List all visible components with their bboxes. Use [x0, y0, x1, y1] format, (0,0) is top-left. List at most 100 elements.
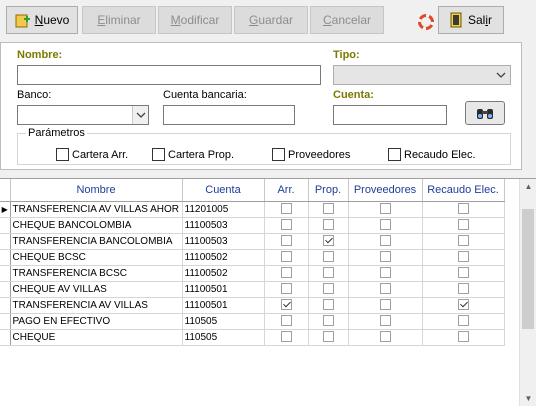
table-row[interactable]: TRANSFERENCIA BCSC 11100502 [0, 265, 505, 282]
cell-prop-checkbox[interactable] [322, 251, 334, 263]
cell-cuenta[interactable]: 11100502 [182, 265, 265, 282]
tipo-select[interactable] [333, 65, 511, 85]
table-row[interactable]: ▶ TRANSFERENCIA AV VILLAS AHOR 11201005 [0, 201, 505, 218]
cell-cuenta[interactable]: 11100501 [182, 297, 265, 314]
cell-nombre[interactable]: TRANSFERENCIA BANCOLOMBIA [10, 233, 183, 250]
col-header-arr[interactable]: Arr. [264, 179, 309, 202]
modificar-button[interactable]: Modificar [158, 6, 232, 34]
col-header-cuenta[interactable]: Cuenta [182, 179, 265, 202]
nombre-input[interactable] [17, 65, 321, 85]
table-row[interactable]: CHEQUE BANCOLOMBIA 11100503 [0, 217, 505, 234]
vertical-scrollbar[interactable]: ▲ ▼ [519, 179, 536, 406]
cell-recaudo-elec-checkbox[interactable] [457, 331, 469, 343]
cell-cuenta[interactable]: 11201005 [182, 201, 265, 218]
eliminar-button[interactable]: Eliminar [82, 6, 156, 34]
cell-recaudo-elec-checkbox[interactable] [457, 267, 469, 279]
row-indicator[interactable] [0, 313, 11, 330]
cancelar-button[interactable]: Cancelar [310, 6, 384, 34]
guardar-button[interactable]: Guardar [234, 6, 308, 34]
cell-recaudo-elec-checkbox[interactable] [457, 299, 469, 311]
cell-nombre[interactable]: PAGO EN EFECTIVO [10, 313, 183, 330]
cell-proveedores-checkbox[interactable] [379, 203, 391, 215]
cell-arr-checkbox[interactable] [280, 235, 292, 247]
row-indicator[interactable] [0, 249, 11, 266]
scroll-up-arrow-icon[interactable]: ▲ [520, 179, 536, 195]
cell-arr-checkbox[interactable] [280, 267, 292, 279]
cell-recaudo-elec-checkbox[interactable] [457, 219, 469, 231]
search-cuenta-button[interactable] [465, 101, 505, 125]
cell-prop-checkbox[interactable] [322, 219, 334, 231]
cell-recaudo-elec-checkbox[interactable] [457, 235, 469, 247]
cell-cuenta[interactable]: 110505 [182, 329, 265, 346]
cell-cuenta[interactable]: 11100503 [182, 217, 265, 234]
cell-nombre[interactable]: CHEQUE [10, 329, 183, 346]
cell-nombre[interactable]: TRANSFERENCIA BCSC [10, 265, 183, 282]
cell-recaudo-elec-checkbox[interactable] [457, 203, 469, 215]
cartera-prop-checkbox[interactable]: Cartera Prop. [152, 148, 234, 161]
cell-recaudo-elec-checkbox[interactable] [457, 315, 469, 327]
row-indicator[interactable] [0, 329, 11, 346]
cell-prop-checkbox[interactable] [322, 235, 334, 247]
table-row[interactable]: CHEQUE BCSC 11100502 [0, 249, 505, 266]
cartera-arr-checkbox[interactable]: Cartera Arr. [56, 148, 128, 161]
cell-cuenta[interactable]: 11100503 [182, 233, 265, 250]
col-header-nombre[interactable]: Nombre [10, 179, 183, 202]
cell-nombre[interactable]: CHEQUE AV VILLAS [10, 281, 183, 298]
checkbox-box[interactable] [56, 148, 69, 161]
row-indicator[interactable] [0, 233, 11, 250]
cell-recaudo-elec-checkbox[interactable] [457, 283, 469, 295]
scroll-down-arrow-icon[interactable]: ▼ [520, 391, 536, 406]
cell-proveedores-checkbox[interactable] [379, 219, 391, 231]
cell-prop-checkbox[interactable] [322, 299, 334, 311]
col-header-recaudo-elec[interactable]: Recaudo Elec. [422, 179, 505, 202]
cell-nombre[interactable]: CHEQUE BANCOLOMBIA [10, 217, 183, 234]
cuenta-input[interactable] [333, 105, 447, 125]
cell-proveedores-checkbox[interactable] [379, 331, 391, 343]
cell-proveedores-checkbox[interactable] [379, 283, 391, 295]
cell-arr-checkbox[interactable] [280, 219, 292, 231]
table-row[interactable]: CHEQUE AV VILLAS 11100501 [0, 281, 505, 298]
checkbox-box[interactable] [152, 148, 165, 161]
table-row[interactable]: TRANSFERENCIA AV VILLAS 11100501 [0, 297, 505, 314]
recaudo-elec-checkbox[interactable]: Recaudo Elec. [388, 148, 476, 161]
row-indicator[interactable] [0, 281, 11, 298]
salir-button[interactable]: Salir [438, 6, 504, 34]
checkbox-box[interactable] [272, 148, 285, 161]
current-row-indicator-icon[interactable]: ▶ [0, 201, 11, 218]
cell-arr-checkbox[interactable] [280, 315, 292, 327]
cell-cuenta[interactable]: 11100501 [182, 281, 265, 298]
scroll-thumb[interactable] [522, 209, 534, 329]
cell-recaudo-elec-checkbox[interactable] [457, 251, 469, 263]
cell-proveedores-checkbox[interactable] [379, 299, 391, 311]
cell-proveedores-checkbox[interactable] [379, 267, 391, 279]
lifebuoy-icon[interactable] [418, 14, 434, 30]
cell-prop-checkbox[interactable] [322, 267, 334, 279]
nuevo-button[interactable]: Nuevo [6, 6, 78, 34]
cell-prop-checkbox[interactable] [322, 283, 334, 295]
cell-arr-checkbox[interactable] [280, 299, 292, 311]
proveedores-checkbox[interactable]: Proveedores [272, 148, 350, 161]
cell-prop-checkbox[interactable] [322, 203, 334, 215]
cell-proveedores-checkbox[interactable] [379, 315, 391, 327]
cell-nombre[interactable]: TRANSFERENCIA AV VILLAS AHOR [10, 201, 183, 218]
cell-prop-checkbox[interactable] [322, 331, 334, 343]
banco-select[interactable] [17, 105, 149, 125]
banco-dropdown-button[interactable] [132, 106, 148, 124]
checkbox-box[interactable] [388, 148, 401, 161]
cell-nombre[interactable]: TRANSFERENCIA AV VILLAS [10, 297, 183, 314]
col-header-proveedores[interactable]: Proveedores [348, 179, 423, 202]
cuentas-grid[interactable]: Nombre Cuenta Arr. Prop. Proveedores Rec… [0, 178, 536, 406]
cell-nombre[interactable]: CHEQUE BCSC [10, 249, 183, 266]
cell-arr-checkbox[interactable] [280, 251, 292, 263]
row-indicator[interactable] [0, 217, 11, 234]
row-indicator[interactable] [0, 265, 11, 282]
cell-prop-checkbox[interactable] [322, 315, 334, 327]
cell-arr-checkbox[interactable] [280, 203, 292, 215]
table-row[interactable]: PAGO EN EFECTIVO 110505 [0, 313, 505, 330]
table-row[interactable]: TRANSFERENCIA BANCOLOMBIA 11100503 [0, 233, 505, 250]
cell-proveedores-checkbox[interactable] [379, 251, 391, 263]
cell-cuenta[interactable]: 11100502 [182, 249, 265, 266]
row-indicator[interactable] [0, 297, 11, 314]
table-row[interactable]: CHEQUE 110505 [0, 329, 505, 346]
cell-cuenta[interactable]: 110505 [182, 313, 265, 330]
